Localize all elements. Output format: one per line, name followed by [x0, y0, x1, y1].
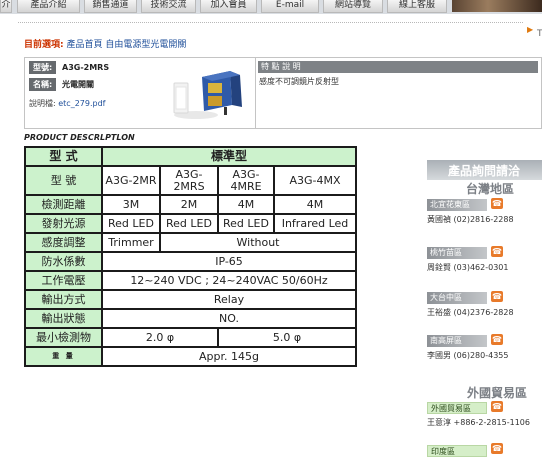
- table-row: 工作電壓 12~240 VDC ; 24~240VAC 50/60Hz: [24, 270, 358, 291]
- breadcrumb-current[interactable]: 自由電源型光電開關: [105, 40, 186, 50]
- voltage-label: 工作電壓: [24, 270, 103, 291]
- model-cell: A3G-4MX: [272, 165, 358, 196]
- nav-item-sales[interactable]: 銷售通道: [84, 0, 137, 13]
- features-header: 特 點 說 明: [258, 61, 538, 73]
- area-north[interactable]: 北宜花東區: [427, 199, 487, 211]
- model-row-label: 型 號: [24, 165, 103, 196]
- breadcrumb: 目前選項: 產品首頁 自由電源型光電開關: [24, 39, 186, 51]
- table-row: 感度調整 Trimmer Without: [24, 232, 358, 253]
- distance-cell: 4M: [217, 194, 275, 215]
- contact-north: 黃國禎 (02)2816-2288: [427, 215, 514, 224]
- section-title: PRODUCT DESCRLPTLON: [24, 133, 135, 142]
- table-row: 輸出方式 Relay: [24, 289, 358, 310]
- output-value: Relay: [100, 289, 358, 310]
- table-row: 發射光源 Red LED Red LED Red LED Infrared Le…: [24, 213, 358, 234]
- output-label: 輸出方式: [24, 289, 103, 310]
- weight-value: Appr. 145g: [100, 346, 358, 367]
- box-separator: [255, 58, 256, 128]
- model-tag: 型號:: [29, 61, 57, 74]
- nav-item-tech[interactable]: 技術交流: [141, 0, 196, 13]
- table-row: 防水係數 IP-65: [24, 251, 358, 272]
- spec-table: 型 式 標準型 型 號 A3G-2MR A3G-2MRS A3G-4MRE A3…: [24, 146, 358, 367]
- distance-cell: 3M: [101, 194, 161, 215]
- nav-item-products[interactable]: 產品介紹: [17, 0, 80, 13]
- type-value: 標準型: [100, 146, 358, 167]
- light-label: 發射光源: [24, 213, 103, 234]
- ip-value: IP-65: [100, 251, 358, 272]
- area-taichung[interactable]: 大台中區: [427, 292, 487, 304]
- features-text: 感度不可調鏡片反射型: [259, 77, 339, 86]
- area-foreign[interactable]: 外國貿易區: [427, 402, 487, 414]
- divider: [18, 22, 523, 23]
- header-photo: [452, 0, 542, 12]
- nav-item-email[interactable]: E-mail: [261, 0, 319, 13]
- phone-icon[interactable]: ☎: [491, 401, 503, 412]
- distance-label: 檢測距離: [24, 194, 103, 215]
- table-row: 檢測距離 3M 2M 4M 4M: [24, 194, 358, 215]
- breadcrumb-home-link[interactable]: 產品首頁: [66, 40, 102, 50]
- model-cell: A3G-2MR: [101, 165, 161, 196]
- nav-item-support[interactable]: 線上客服: [387, 0, 447, 13]
- min-object-b: 5.0 φ: [216, 327, 358, 348]
- contact-taoyuan: 周銓賢 (03)462-0301: [427, 263, 509, 272]
- manual-row: 說明檔: etc_279.pdf: [29, 98, 106, 110]
- ip-label: 防水係數: [24, 251, 103, 272]
- model-cell: A3G-2MRS: [159, 165, 219, 196]
- model-cell: A3G-4MRE: [217, 165, 275, 196]
- min-object-a: 2.0 φ: [101, 327, 219, 348]
- arrow-icon: ▶: [527, 25, 534, 34]
- product-info-box: 型號: A3G-2MRS 名稱: 光電開關 說明檔: etc_279.pdf 特…: [24, 57, 542, 129]
- phone-icon[interactable]: ☎: [491, 291, 503, 302]
- table-row: 型 號 A3G-2MR A3G-2MRS A3G-4MRE A3G-4MX: [24, 165, 358, 196]
- model-value: A3G-2MRS: [62, 63, 110, 72]
- state-value: NO.: [100, 308, 358, 329]
- nav-item-member[interactable]: 加入會員: [200, 0, 257, 13]
- table-row: 最小檢測物 2.0 φ 5.0 φ: [24, 327, 358, 348]
- region-foreign: 外國貿易區: [467, 386, 528, 400]
- sensitivity-trimmer: Trimmer: [101, 232, 161, 253]
- breadcrumb-label: 目前選項:: [24, 40, 64, 50]
- distance-cell: 2M: [159, 194, 219, 215]
- name-tag: 名稱:: [29, 78, 57, 91]
- table-row: 輸出狀態 NO.: [24, 308, 358, 329]
- phone-icon[interactable]: ☎: [491, 246, 503, 257]
- distance-cell: 4M: [272, 194, 358, 215]
- table-row: 重 量 Appr. 145g: [24, 346, 358, 367]
- region-taiwan: 台灣地區: [466, 182, 515, 196]
- area-india[interactable]: 印度區: [427, 445, 487, 457]
- area-south[interactable]: 南高屏區: [427, 335, 487, 347]
- contact-south: 李國男 (06)280-4355: [427, 351, 509, 360]
- light-cell: Red LED: [159, 213, 219, 234]
- manual-label: 說明檔:: [29, 99, 56, 108]
- nav-item-sitemap[interactable]: 網站導覽: [323, 0, 383, 13]
- light-cell: Red LED: [101, 213, 161, 234]
- type-label: 型 式: [24, 146, 103, 167]
- contact-foreign: 王意淳 +886-2-2815-1106: [427, 418, 530, 427]
- product-image[interactable]: [168, 63, 252, 125]
- name-value: 光電開關: [62, 80, 94, 89]
- light-cell: Infrared Led: [272, 213, 358, 234]
- phone-icon[interactable]: ☎: [491, 198, 503, 209]
- phone-icon[interactable]: ☎: [491, 443, 503, 454]
- state-label: 輸出狀態: [24, 308, 103, 329]
- contact-taichung: 王裕盛 (04)2376-2828: [427, 308, 514, 317]
- phone-icon[interactable]: ☎: [491, 334, 503, 345]
- sensitivity-without: Without: [158, 232, 358, 253]
- inquiry-title: 產品詢問請洽: [448, 164, 521, 178]
- sensitivity-label: 感度調整: [24, 232, 103, 253]
- manual-pdf-link[interactable]: etc_279.pdf: [58, 99, 105, 108]
- weight-label: 重 量: [24, 346, 103, 367]
- top-nav: 介 產品介紹 銷售通道 技術交流 加入會員 E-mail 網站導覽 線上客服: [0, 0, 542, 14]
- nav-item-partial[interactable]: 介: [0, 0, 12, 13]
- area-taoyuan[interactable]: 桃竹苗區: [427, 247, 487, 259]
- light-cell: Red LED: [217, 213, 275, 234]
- voltage-value: 12~240 VDC ; 24~240VAC 50/60Hz: [100, 270, 358, 291]
- side-partial-text: T: [537, 29, 542, 39]
- min-object-label: 最小檢測物: [24, 327, 103, 348]
- table-row: 型 式 標準型: [24, 146, 358, 167]
